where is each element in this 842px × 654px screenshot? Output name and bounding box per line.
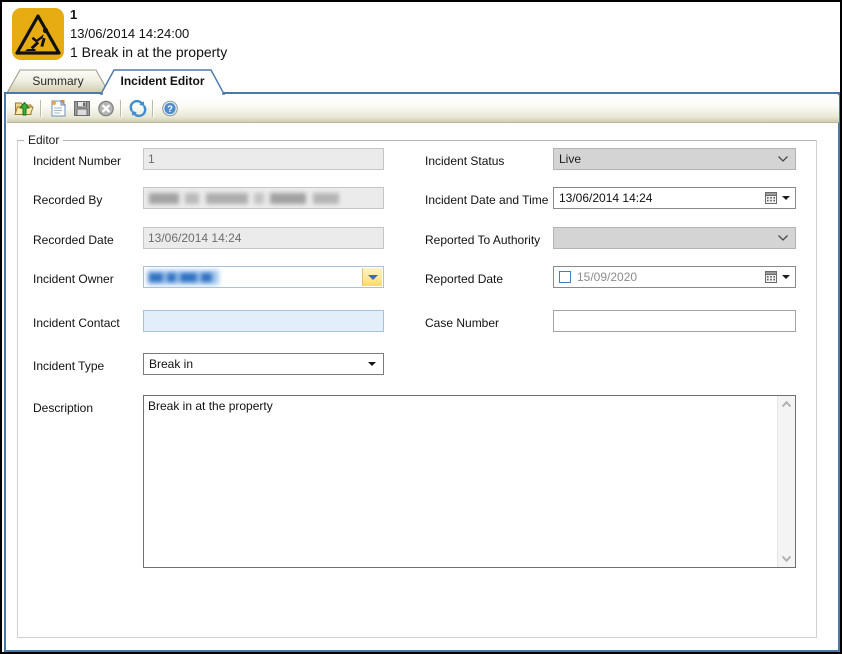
toolbar-separator-3: [152, 100, 154, 117]
incident-contact-label: Incident Contact: [33, 316, 120, 330]
calendar-icon[interactable]: [765, 271, 777, 283]
incident-status-value: Live: [559, 152, 582, 166]
incident-type-value: Break in: [149, 357, 194, 371]
recorded-date-input[interactable]: 13/06/2014 14:24: [143, 227, 384, 249]
header-incident-title: 1 Break in at the property: [70, 44, 228, 60]
tab-strip: Summary Incident Editor: [2, 68, 840, 95]
toolbar-separator-2: [120, 100, 122, 117]
case-number-label: Case Number: [425, 316, 500, 330]
incident-number-label: Incident Number: [33, 154, 122, 168]
recorded-by-input[interactable]: [143, 187, 384, 209]
incident-contact-input[interactable]: [143, 310, 384, 332]
help-question-icon[interactable]: ?: [159, 98, 181, 119]
redacted-selected-text: [147, 270, 219, 285]
incident-status-combobox[interactable]: Live: [553, 148, 796, 170]
toolbar-separator-1: [40, 100, 42, 117]
incident-owner-dropdown-button[interactable]: [362, 268, 382, 286]
tab-summary[interactable]: Summary: [6, 68, 110, 94]
editor-toolbar: ?: [7, 95, 839, 123]
chevron-down-icon: [778, 235, 788, 241]
incident-type-label: Incident Type: [33, 359, 105, 373]
chevron-down-icon: [368, 362, 376, 366]
case-number-input[interactable]: [553, 310, 796, 332]
incident-header: 1 13/06/2014 14:24:00 1 Break in at the …: [2, 2, 840, 68]
incident-date-and-time-value: 13/06/2014 14:24: [559, 191, 653, 205]
reported-to-authority-label: Reported To Authority: [425, 233, 541, 247]
description-textarea[interactable]: Break in at the property: [143, 395, 796, 568]
header-incident-datetime: 13/06/2014 14:24:00: [70, 26, 190, 41]
calendar-icon[interactable]: [765, 192, 777, 204]
refresh-arrows-icon[interactable]: [127, 98, 149, 119]
incident-date-and-time-label: Incident Date and Time: [425, 193, 549, 207]
incident-owner-label: Incident Owner: [33, 272, 114, 286]
chevron-down-icon[interactable]: [782, 196, 790, 200]
hazard-warning-icon: [12, 8, 64, 60]
reported-date-label: Reported Date: [425, 272, 504, 286]
svg-text:?: ?: [167, 104, 173, 115]
chevron-down-icon: [368, 275, 378, 280]
scroll-up-icon[interactable]: [778, 396, 795, 413]
description-text: Break in at the property: [148, 399, 273, 413]
reported-date-checkbox[interactable]: [559, 271, 571, 283]
recorded-by-label: Recorded By: [33, 193, 103, 207]
reported-date-value: 15/09/2020: [577, 270, 638, 284]
editor-group-legend: Editor: [24, 133, 64, 147]
cancel-circle-icon[interactable]: [95, 98, 117, 119]
header-incident-number: 1: [70, 7, 78, 22]
chevron-down-icon[interactable]: [782, 275, 790, 279]
tab-incident-editor[interactable]: Incident Editor: [100, 68, 225, 95]
incident-number-input[interactable]: 1: [143, 148, 384, 170]
recorded-date-label: Recorded Date: [33, 233, 114, 247]
application-window: 1 13/06/2014 14:24:00 1 Break in at the …: [0, 0, 842, 654]
reported-date-input[interactable]: 15/09/2020: [553, 266, 796, 288]
redacted-content: [149, 193, 342, 204]
tab-summary-label: Summary: [32, 74, 84, 88]
incident-owner-combobox[interactable]: [143, 266, 384, 288]
floppy-disk-icon[interactable]: [71, 98, 93, 119]
scroll-down-icon[interactable]: [778, 550, 795, 567]
description-scrollbar[interactable]: [777, 396, 795, 567]
editor-panel: ? Editor Incident Number 1 Recorded By R…: [4, 92, 840, 652]
chevron-down-icon: [778, 156, 788, 162]
incident-status-label: Incident Status: [425, 154, 505, 168]
incident-type-combobox[interactable]: Break in: [143, 353, 384, 375]
new-document-icon[interactable]: [47, 98, 69, 119]
description-label: Description: [33, 401, 94, 415]
tab-incident-editor-label: Incident Editor: [120, 74, 205, 88]
reported-to-authority-combobox[interactable]: [553, 227, 796, 249]
open-folder-green-arrow-icon[interactable]: [13, 98, 35, 119]
incident-date-and-time-input[interactable]: 13/06/2014 14:24: [553, 187, 796, 209]
